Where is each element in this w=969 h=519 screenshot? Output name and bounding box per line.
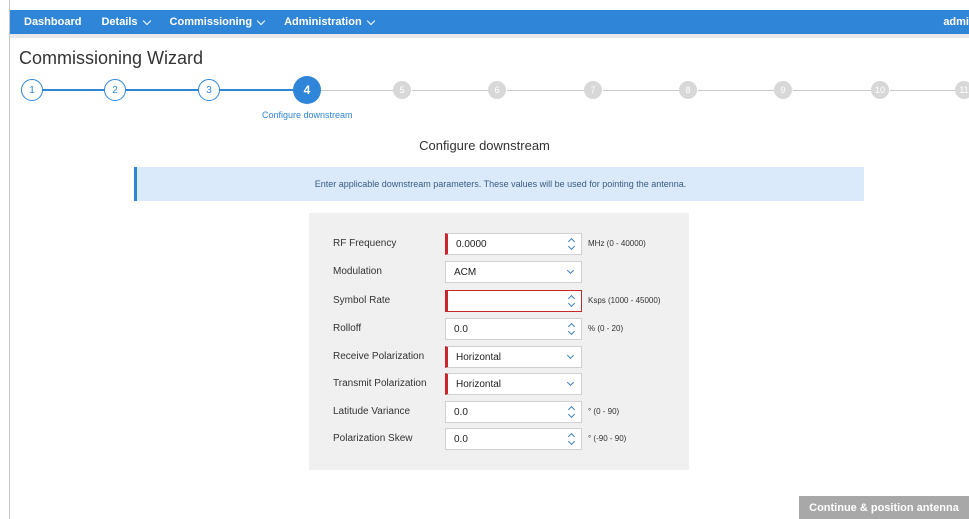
- polarization-skew-value: 0.0: [454, 433, 468, 445]
- step-2[interactable]: 2: [104, 79, 126, 101]
- form-row-latitude-variance: Latitude Variance 0.0 ° (0 - 90): [309, 401, 689, 423]
- wizard-stepper: 1 2 3 4 5 6 7 8 9 10 11: [0, 76, 969, 106]
- step-7: 7: [584, 81, 602, 99]
- nav-commissioning[interactable]: Commissioning: [169, 16, 266, 28]
- symbol-rate-input[interactable]: [445, 290, 582, 312]
- step-3[interactable]: 3: [198, 79, 220, 101]
- step-connector: [507, 90, 584, 91]
- chevron-down-icon: [566, 351, 575, 360]
- nav-commissioning-label: Commissioning: [169, 16, 253, 28]
- spinner-icon[interactable]: [567, 236, 577, 252]
- rolloff-input[interactable]: 0.0: [445, 318, 582, 340]
- section-title: Configure downstream: [419, 138, 550, 153]
- form-row-rolloff: Rolloff 0.0 % (0 - 20): [309, 318, 689, 340]
- modulation-select[interactable]: ACM: [445, 261, 582, 283]
- form-row-transmit-polarization: Transmit Polarization Horizontal: [309, 373, 689, 395]
- chevron-down-icon: [366, 16, 375, 25]
- chevron-down-icon: [142, 16, 151, 25]
- downstream-form: RF Frequency 0.0000 MHz (0 - 40000) Modu…: [309, 213, 689, 470]
- latitude-variance-unit: ° (0 - 90): [588, 407, 620, 416]
- step-connector: [219, 89, 294, 91]
- step-10: 10: [871, 81, 889, 99]
- current-step-caption: Configure downstream: [262, 110, 353, 120]
- continue-position-antenna-button[interactable]: Continue & position antenna: [799, 496, 969, 519]
- user-menu[interactable]: admi: [943, 16, 969, 28]
- step-connector: [890, 90, 955, 91]
- info-banner-text: Enter applicable downstream parameters. …: [314, 179, 687, 189]
- chevron-down-icon: [256, 16, 266, 25]
- step-11: 11: [955, 81, 969, 99]
- transmit-polarization-select[interactable]: Horizontal: [445, 373, 582, 395]
- step-8: 8: [679, 81, 697, 99]
- step-connector: [412, 90, 488, 91]
- receive-polarization-label: Receive Polarization: [333, 351, 425, 362]
- rf-frequency-unit: MHz (0 - 40000): [588, 239, 646, 248]
- nav-dashboard[interactable]: Dashboard: [24, 16, 81, 28]
- form-row-modulation: Modulation ACM: [309, 261, 689, 283]
- symbol-rate-label: Symbol Rate: [333, 295, 391, 306]
- step-connector: [42, 89, 104, 91]
- latitude-variance-label: Latitude Variance: [333, 406, 411, 417]
- rf-frequency-input[interactable]: 0.0000: [445, 233, 582, 255]
- modulation-label: Modulation: [333, 266, 382, 277]
- step-connector: [125, 89, 198, 91]
- form-row-receive-polarization: Receive Polarization Horizontal: [309, 346, 689, 368]
- form-row-rf-frequency: RF Frequency 0.0000 MHz (0 - 40000): [309, 233, 689, 255]
- rf-frequency-value: 0.0000: [456, 238, 487, 250]
- step-6: 6: [488, 81, 506, 99]
- spinner-icon[interactable]: [567, 321, 577, 337]
- receive-polarization-value: Horizontal: [456, 351, 502, 363]
- transmit-polarization-value: Horizontal: [456, 378, 502, 390]
- info-banner: Enter applicable downstream parameters. …: [134, 167, 864, 201]
- step-5: 5: [393, 81, 411, 99]
- spinner-icon[interactable]: [567, 293, 577, 309]
- nav-details-label: Details: [101, 16, 138, 28]
- step-4[interactable]: 4: [293, 76, 321, 104]
- latitude-variance-input[interactable]: 0.0: [445, 401, 582, 423]
- rolloff-label: Rolloff: [333, 323, 362, 334]
- transmit-polarization-label: Transmit Polarization: [333, 378, 427, 389]
- form-row-symbol-rate: Symbol Rate Ksps (1000 - 45000): [309, 290, 689, 312]
- polarization-skew-unit: ° (-90 - 90): [588, 434, 627, 443]
- rolloff-unit: % (0 - 20): [588, 324, 624, 333]
- nav-details[interactable]: Details: [101, 16, 151, 28]
- step-1[interactable]: 1: [21, 79, 43, 101]
- top-navbar: Dashboard Details Commissioning Administ…: [10, 10, 969, 34]
- form-row-polarization-skew: Polarization Skew 0.0 ° (-90 - 90): [309, 428, 689, 450]
- page-title: Commissioning Wizard: [19, 48, 204, 68]
- polarization-skew-label: Polarization Skew: [333, 433, 413, 444]
- modulation-value: ACM: [454, 266, 477, 278]
- navbar-subbar: [10, 34, 969, 38]
- latitude-variance-value: 0.0: [454, 406, 468, 418]
- rolloff-value: 0.0: [454, 323, 468, 335]
- step-connector: [603, 90, 679, 91]
- step-connector: [793, 90, 871, 91]
- rf-frequency-label: RF Frequency: [333, 238, 397, 249]
- receive-polarization-select[interactable]: Horizontal: [445, 346, 582, 368]
- step-connector: [321, 90, 393, 91]
- step-9: 9: [774, 81, 792, 99]
- nav-dashboard-label: Dashboard: [24, 16, 82, 28]
- symbol-rate-unit: Ksps (1000 - 45000): [588, 296, 661, 305]
- nav-administration-label: Administration: [284, 16, 362, 28]
- chevron-down-icon: [566, 266, 575, 275]
- spinner-icon[interactable]: [567, 431, 577, 447]
- chevron-down-icon: [566, 378, 575, 387]
- step-connector: [698, 90, 774, 91]
- spinner-icon[interactable]: [567, 404, 577, 420]
- nav-administration[interactable]: Administration: [284, 16, 375, 28]
- polarization-skew-input[interactable]: 0.0: [445, 428, 582, 450]
